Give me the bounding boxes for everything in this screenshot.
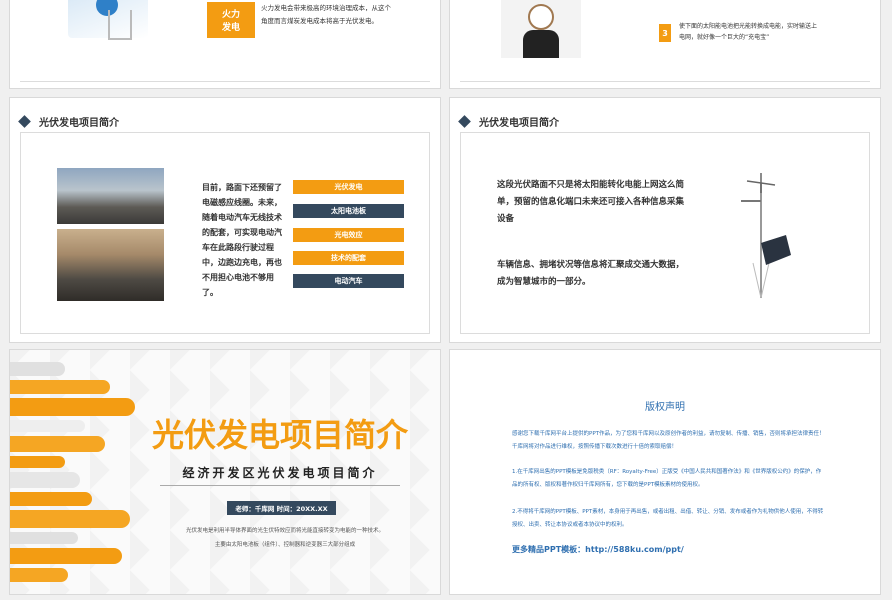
- section-header: 光伏发电项目简介: [18, 114, 119, 129]
- woman-clock-image: [501, 0, 581, 58]
- content-frame: 这段光伏路面不只是将太阳能转化电能上网这么简单，预留的信息化端口未来还可接入各种…: [460, 132, 870, 334]
- thermal-power-badge: 火力 发电: [207, 2, 255, 38]
- teacher-time-bar: 老师：千库网 时间：20XX.XX: [227, 501, 336, 515]
- tag-ev: 电动汽车: [293, 274, 404, 288]
- subtitle-rule: [160, 485, 400, 486]
- thermal-power-text: 火力发电会带来极高的环境治理成本，从这个角度而言煤炭发电成本将高于光伏发电。: [261, 4, 391, 25]
- section-title: 光伏发电项目简介: [39, 118, 119, 129]
- subtitle: 经济开发区光伏发电项目简介: [182, 466, 378, 480]
- paragraph-2: 车辆信息、拥堵状况等信息将汇聚成交通大数据，成为智慧城市的一部分。: [497, 260, 685, 287]
- slide-2[interactable]: 3 使下面的太阳能电池把光能转换成电能，实时输送上电网，就好像一个巨大的“充电宝…: [450, 0, 880, 88]
- copyright-paragraph-2: 2.不得将千库网的PPT模板、PPT素材，本身用于再出售，或者出租、出借、转让、…: [512, 509, 824, 528]
- slide-6[interactable]: 版权声明 感谢您下载千库网平台上提供的PPT作品，为了您和千库网以及原创作者的利…: [450, 350, 880, 594]
- clock-icon: [528, 4, 554, 30]
- content-frame: 目前，路面下还预留了电磁感应线圈。未来，随着电动汽车无线技术的配套，可实现电动汽…: [20, 132, 430, 334]
- copyright-intro: 感谢您下载千库网平台上提供的PPT作品，为了您和千库网以及原创作者的利益，请勿复…: [512, 431, 825, 450]
- diamond-icon: [458, 115, 471, 128]
- body-text: 目前，路面下还预留了电磁感应线圈。未来，随着电动汽车无线技术的配套，可实现电动汽…: [202, 183, 282, 297]
- city-photo-top: [57, 168, 164, 224]
- copyright-title: 版权声明: [645, 402, 685, 413]
- city-photo-bottom: [57, 229, 164, 301]
- diamond-icon: [18, 115, 31, 128]
- paragraph-1: 这段光伏路面不只是将太阳能转化电能上网这么简单，预留的信息化端口未来还可接入各种…: [497, 180, 685, 224]
- step-3-text: 使下面的太阳能电池把光能转换成电能，实时输送上电网，就好像一个巨大的“充电宝”: [679, 23, 818, 41]
- person-figure: [523, 30, 559, 58]
- tag-photoelectric: 光电效应: [293, 228, 404, 242]
- power-plant-image: [68, 0, 148, 40]
- description-line-1: 光伏发电是利用半导体界面的光生伏特效应而将光能直接转变为电能的一种技术。: [185, 528, 384, 534]
- main-title: 光伏发电项目简介: [151, 416, 408, 454]
- section-header: 光伏发电项目简介: [458, 114, 559, 129]
- tag-pv: 光伏发电: [293, 180, 404, 194]
- more-templates-link[interactable]: 更多精品PPT模板：http://588ku.com/ppt/: [512, 544, 812, 555]
- decor-bars: [10, 350, 150, 594]
- tower-icon: [108, 10, 132, 40]
- tag-tech-support: 技术的配套: [293, 251, 404, 265]
- copyright-paragraph-1: 1.在千库网出售的PPT模板是免版税类（RF：Royalty-Free）正版受《…: [512, 469, 822, 488]
- slide-4[interactable]: 光伏发电项目简介 这段光伏路面不只是将太阳能转化电能上网这么简单，预留的信息化端…: [450, 98, 880, 342]
- section-title: 光伏发电项目简介: [479, 118, 559, 129]
- solar-street-light-icon: [741, 173, 791, 299]
- inner-frame-bottom: [460, 81, 870, 82]
- step-3-badge: 3: [659, 24, 671, 42]
- tag-solar-panel: 太阳电池板: [293, 204, 404, 218]
- description-line-2: 主要由太阳电池板（组件）、控制器和逆变器三大部分组成: [214, 542, 356, 548]
- slide-1[interactable]: 火力 发电 火力发电会带来极高的环境治理成本，从这个角度而言煤炭发电成本将高于光…: [10, 0, 440, 88]
- slide-3[interactable]: 光伏发电项目简介 目前，路面下还预留了电磁感应线圈。未来，随着电动汽车无线技术的…: [10, 98, 440, 342]
- inner-frame-bottom: [20, 81, 430, 82]
- slide-5[interactable]: 光伏发电项目简介 经济开发区光伏发电项目简介 老师：千库网 时间：20XX.XX…: [10, 350, 440, 594]
